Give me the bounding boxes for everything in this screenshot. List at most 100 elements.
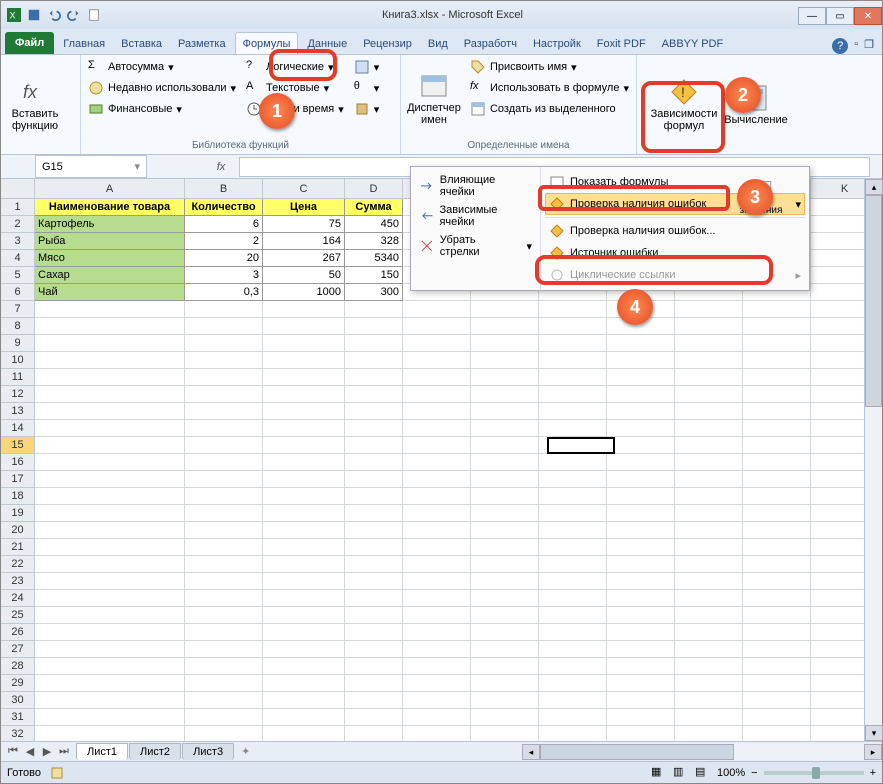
cell[interactable] xyxy=(185,318,263,335)
cell[interactable] xyxy=(345,607,403,624)
cell[interactable]: 2 xyxy=(185,233,263,250)
view-layout-icon[interactable]: ▥ xyxy=(673,765,689,781)
cell[interactable] xyxy=(743,590,811,607)
cell[interactable]: Картофель xyxy=(35,216,185,233)
cell[interactable] xyxy=(743,403,811,420)
cell[interactable] xyxy=(675,437,743,454)
cell[interactable]: Чай xyxy=(35,284,185,301)
cell[interactable] xyxy=(675,692,743,709)
cell[interactable] xyxy=(185,369,263,386)
row-header-31[interactable]: 31 xyxy=(1,709,35,726)
cell[interactable] xyxy=(263,454,345,471)
cell[interactable] xyxy=(263,318,345,335)
cell[interactable] xyxy=(607,641,675,658)
cell[interactable] xyxy=(263,505,345,522)
cell[interactable] xyxy=(185,403,263,420)
cell[interactable] xyxy=(185,522,263,539)
cell[interactable] xyxy=(185,437,263,454)
cell[interactable] xyxy=(403,556,471,573)
cell[interactable] xyxy=(675,522,743,539)
row-header-24[interactable]: 24 xyxy=(1,590,35,607)
new-icon[interactable] xyxy=(87,8,101,22)
insert-sheet-button[interactable]: ✦ xyxy=(235,745,256,758)
redo-icon[interactable] xyxy=(67,8,81,22)
cell[interactable] xyxy=(607,488,675,505)
cell[interactable] xyxy=(607,709,675,726)
cell[interactable] xyxy=(539,301,607,318)
column-header-A[interactable]: A xyxy=(35,179,185,199)
autosum-button[interactable]: ΣАвтосумма▾ xyxy=(85,57,239,77)
cell[interactable] xyxy=(539,726,607,741)
cell[interactable] xyxy=(403,675,471,692)
cell[interactable] xyxy=(607,675,675,692)
macro-icon[interactable] xyxy=(49,765,65,781)
cell[interactable] xyxy=(345,403,403,420)
maximize-button[interactable]: ▭ xyxy=(826,7,854,25)
row-header-13[interactable]: 13 xyxy=(1,403,35,420)
cell[interactable] xyxy=(185,709,263,726)
row-header-11[interactable]: 11 xyxy=(1,369,35,386)
cell[interactable] xyxy=(345,624,403,641)
cell[interactable] xyxy=(403,726,471,741)
cell[interactable] xyxy=(35,556,185,573)
cell[interactable]: Мясо xyxy=(35,250,185,267)
cell[interactable] xyxy=(539,709,607,726)
cell[interactable] xyxy=(35,454,185,471)
cell[interactable] xyxy=(185,624,263,641)
cell[interactable] xyxy=(345,335,403,352)
cell[interactable] xyxy=(35,505,185,522)
cell[interactable] xyxy=(607,658,675,675)
row-header-30[interactable]: 30 xyxy=(1,692,35,709)
cell[interactable] xyxy=(607,539,675,556)
cell[interactable] xyxy=(607,726,675,741)
cell[interactable] xyxy=(743,488,811,505)
tab-formulas[interactable]: Формулы xyxy=(235,32,299,54)
sheet-nav[interactable]: ⏮◀▶⏭ xyxy=(1,745,76,758)
cell[interactable] xyxy=(35,709,185,726)
cell[interactable] xyxy=(607,607,675,624)
cell[interactable] xyxy=(607,624,675,641)
lookup-button[interactable]: ▾ xyxy=(351,57,383,77)
cell[interactable]: 300 xyxy=(345,284,403,301)
cell[interactable] xyxy=(345,539,403,556)
cell[interactable] xyxy=(743,522,811,539)
cell[interactable] xyxy=(675,709,743,726)
assign-name-button[interactable]: Присвоить имя▾ xyxy=(467,57,632,77)
tab-addins[interactable]: Настройк xyxy=(526,33,588,54)
cell[interactable] xyxy=(345,675,403,692)
cell[interactable] xyxy=(471,437,539,454)
cell[interactable] xyxy=(743,505,811,522)
cell[interactable] xyxy=(539,675,607,692)
horizontal-scrollbar[interactable]: ◂ ▸ xyxy=(522,741,882,761)
cell[interactable] xyxy=(263,624,345,641)
minimize-button[interactable]: — xyxy=(798,7,826,25)
cell[interactable] xyxy=(185,607,263,624)
cell[interactable] xyxy=(471,709,539,726)
cell[interactable] xyxy=(345,692,403,709)
cell[interactable] xyxy=(263,556,345,573)
cell[interactable] xyxy=(539,403,607,420)
cell[interactable] xyxy=(539,488,607,505)
cell[interactable] xyxy=(263,437,345,454)
cell[interactable] xyxy=(539,335,607,352)
cell[interactable] xyxy=(185,539,263,556)
cell[interactable] xyxy=(345,658,403,675)
tab-layout[interactable]: Разметка xyxy=(171,33,233,54)
cell[interactable] xyxy=(403,658,471,675)
cell[interactable] xyxy=(607,386,675,403)
cell[interactable] xyxy=(345,352,403,369)
cell[interactable] xyxy=(345,522,403,539)
cell[interactable] xyxy=(35,573,185,590)
cell[interactable] xyxy=(607,505,675,522)
fx-label[interactable]: fx xyxy=(207,161,235,173)
cell[interactable]: Сумма xyxy=(345,199,403,216)
cell[interactable] xyxy=(607,573,675,590)
cell[interactable] xyxy=(185,641,263,658)
cell[interactable] xyxy=(403,403,471,420)
cell[interactable] xyxy=(471,386,539,403)
cell[interactable] xyxy=(607,335,675,352)
cell[interactable] xyxy=(185,692,263,709)
column-header-B[interactable]: B xyxy=(185,179,263,199)
cell[interactable] xyxy=(743,624,811,641)
cell[interactable] xyxy=(263,709,345,726)
